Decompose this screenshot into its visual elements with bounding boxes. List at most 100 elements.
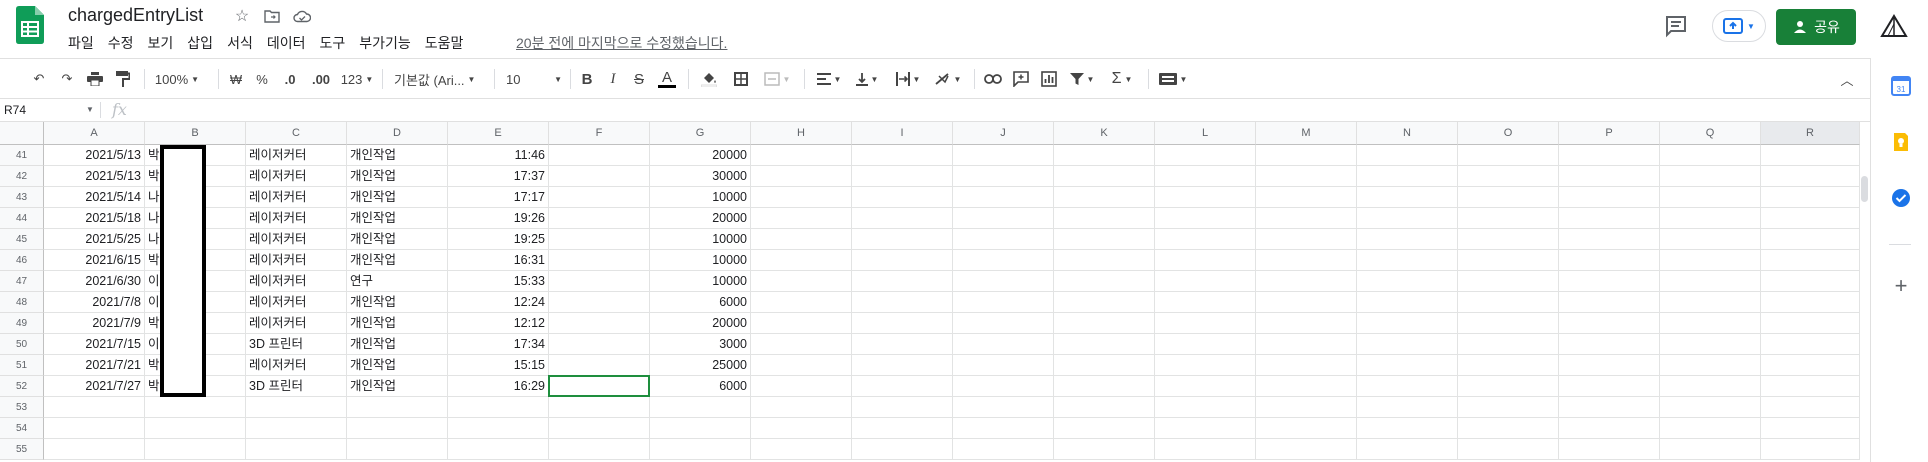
cell-p48[interactable] bbox=[1559, 292, 1660, 313]
column-header-r[interactable]: R bbox=[1761, 122, 1860, 145]
cell-i41[interactable] bbox=[852, 145, 953, 166]
currency-format-button[interactable]: ₩ bbox=[228, 67, 244, 91]
cell-d42[interactable]: 개인작업 bbox=[347, 166, 448, 187]
cell-g55[interactable] bbox=[650, 439, 751, 460]
cell-b55[interactable] bbox=[145, 439, 246, 460]
cell-r55[interactable] bbox=[1761, 439, 1860, 460]
cell-g51[interactable]: 25000 bbox=[650, 355, 751, 376]
cell-g41[interactable]: 20000 bbox=[650, 145, 751, 166]
horizontal-align-icon[interactable]: ▼ bbox=[814, 67, 844, 91]
cell-k49[interactable] bbox=[1054, 313, 1155, 334]
tasks-icon[interactable] bbox=[1891, 188, 1911, 208]
cell-q48[interactable] bbox=[1660, 292, 1761, 313]
cell-g48[interactable]: 6000 bbox=[650, 292, 751, 313]
cell-p55[interactable] bbox=[1559, 439, 1660, 460]
cell-p42[interactable] bbox=[1559, 166, 1660, 187]
cell-e42[interactable]: 17:37 bbox=[448, 166, 549, 187]
cell-l41[interactable] bbox=[1155, 145, 1256, 166]
calendar-icon[interactable]: 31 bbox=[1891, 76, 1911, 96]
cell-f46[interactable] bbox=[549, 250, 650, 271]
cell-a46[interactable]: 2021/6/15 bbox=[44, 250, 145, 271]
cell-p45[interactable] bbox=[1559, 229, 1660, 250]
cell-j51[interactable] bbox=[953, 355, 1054, 376]
cell-i51[interactable] bbox=[852, 355, 953, 376]
cell-h47[interactable] bbox=[751, 271, 852, 292]
undo-icon[interactable]: ↶ bbox=[28, 67, 50, 91]
cell-r44[interactable] bbox=[1761, 208, 1860, 229]
cell-d50[interactable]: 개인작업 bbox=[347, 334, 448, 355]
cell-j50[interactable] bbox=[953, 334, 1054, 355]
cell-f53[interactable] bbox=[549, 397, 650, 418]
cell-o55[interactable] bbox=[1458, 439, 1559, 460]
cell-f48[interactable] bbox=[549, 292, 650, 313]
cell-n47[interactable] bbox=[1357, 271, 1458, 292]
cell-e49[interactable]: 12:12 bbox=[448, 313, 549, 334]
bold-button[interactable]: B bbox=[578, 67, 596, 91]
column-header-g[interactable]: G bbox=[650, 122, 751, 145]
cell-q52[interactable] bbox=[1660, 376, 1761, 397]
cell-c42[interactable]: 레이저커터 bbox=[246, 166, 347, 187]
cell-o46[interactable] bbox=[1458, 250, 1559, 271]
cell-o50[interactable] bbox=[1458, 334, 1559, 355]
cell-f42[interactable] bbox=[549, 166, 650, 187]
cell-q53[interactable] bbox=[1660, 397, 1761, 418]
cell-o51[interactable] bbox=[1458, 355, 1559, 376]
cell-c53[interactable] bbox=[246, 397, 347, 418]
cell-j46[interactable] bbox=[953, 250, 1054, 271]
text-wrapping-icon[interactable]: ▼ bbox=[892, 67, 924, 91]
cell-d54[interactable] bbox=[347, 418, 448, 439]
cell-c52[interactable]: 3D 프린터 bbox=[246, 376, 347, 397]
cell-h52[interactable] bbox=[751, 376, 852, 397]
cell-e52[interactable]: 16:29 bbox=[448, 376, 549, 397]
cell-d51[interactable]: 개인작업 bbox=[347, 355, 448, 376]
cell-c43[interactable]: 레이저커터 bbox=[246, 187, 347, 208]
document-title[interactable]: chargedEntryList bbox=[68, 5, 203, 26]
menu-addons[interactable]: 부가기능 bbox=[359, 33, 411, 53]
cell-j43[interactable] bbox=[953, 187, 1054, 208]
strikethrough-button[interactable]: S bbox=[630, 67, 648, 91]
column-header-j[interactable]: J bbox=[953, 122, 1054, 145]
cell-k51[interactable] bbox=[1054, 355, 1155, 376]
cell-k50[interactable] bbox=[1054, 334, 1155, 355]
menu-view[interactable]: 보기 bbox=[148, 33, 174, 53]
cell-h51[interactable] bbox=[751, 355, 852, 376]
merge-cells-icon[interactable]: ▼ bbox=[760, 67, 794, 91]
cell-l47[interactable] bbox=[1155, 271, 1256, 292]
cell-g54[interactable] bbox=[650, 418, 751, 439]
cell-i42[interactable] bbox=[852, 166, 953, 187]
menu-data[interactable]: 데이터 bbox=[267, 33, 306, 53]
column-header-a[interactable]: A bbox=[44, 122, 145, 145]
cell-d55[interactable] bbox=[347, 439, 448, 460]
cell-k46[interactable] bbox=[1054, 250, 1155, 271]
cell-o52[interactable] bbox=[1458, 376, 1559, 397]
cell-a55[interactable] bbox=[44, 439, 145, 460]
cell-r41[interactable] bbox=[1761, 145, 1860, 166]
column-header-h[interactable]: H bbox=[751, 122, 852, 145]
cell-g44[interactable]: 20000 bbox=[650, 208, 751, 229]
cell-f49[interactable] bbox=[549, 313, 650, 334]
cell-l49[interactable] bbox=[1155, 313, 1256, 334]
cloud-saved-icon[interactable] bbox=[292, 6, 312, 26]
cell-i54[interactable] bbox=[852, 418, 953, 439]
cell-g46[interactable]: 10000 bbox=[650, 250, 751, 271]
cell-q50[interactable] bbox=[1660, 334, 1761, 355]
cell-c45[interactable]: 레이저커터 bbox=[246, 229, 347, 250]
cell-p52[interactable] bbox=[1559, 376, 1660, 397]
vertical-scrollbar[interactable] bbox=[1860, 122, 1870, 462]
cell-q45[interactable] bbox=[1660, 229, 1761, 250]
cell-o41[interactable] bbox=[1458, 145, 1559, 166]
cell-k54[interactable] bbox=[1054, 418, 1155, 439]
row-header[interactable]: 41 bbox=[0, 145, 44, 166]
cell-h44[interactable] bbox=[751, 208, 852, 229]
cell-o53[interactable] bbox=[1458, 397, 1559, 418]
cell-k48[interactable] bbox=[1054, 292, 1155, 313]
cell-c49[interactable]: 레이저커터 bbox=[246, 313, 347, 334]
cell-o44[interactable] bbox=[1458, 208, 1559, 229]
insert-link-icon[interactable] bbox=[982, 67, 1004, 91]
cell-j48[interactable] bbox=[953, 292, 1054, 313]
cell-d52[interactable]: 개인작업 bbox=[347, 376, 448, 397]
cell-b53[interactable] bbox=[145, 397, 246, 418]
cell-n46[interactable] bbox=[1357, 250, 1458, 271]
cell-h55[interactable] bbox=[751, 439, 852, 460]
cell-j41[interactable] bbox=[953, 145, 1054, 166]
